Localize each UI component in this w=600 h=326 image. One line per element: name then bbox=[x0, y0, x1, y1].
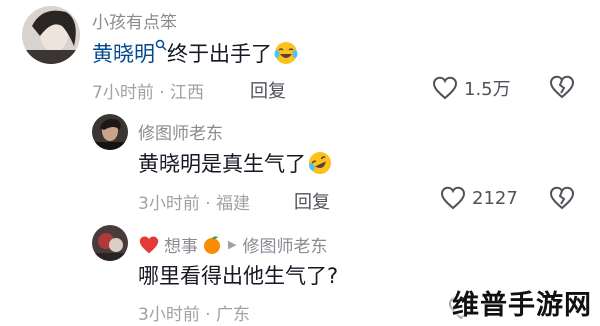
comment-body: 终于出手了 bbox=[167, 42, 272, 66]
comment-time-location: 3小时前 · 广东 bbox=[138, 305, 251, 325]
broken-heart-icon bbox=[549, 186, 575, 210]
comment-time-location: 7小时前 · 江西 bbox=[92, 83, 205, 103]
heart-outline-icon bbox=[432, 76, 458, 100]
comment-username[interactable]: 修图师老东 bbox=[138, 119, 223, 144]
dislike-button[interactable] bbox=[549, 75, 575, 103]
red-heart-emoji bbox=[139, 236, 159, 253]
like-button[interactable]: 1.5万 bbox=[432, 75, 511, 101]
watermark: 维普手游网 bbox=[452, 290, 592, 321]
search-icon bbox=[155, 39, 167, 51]
avatar-image bbox=[92, 114, 128, 150]
comment-text: 黄晓明 终于出手了 bbox=[92, 38, 298, 68]
comment-text: 哪里看得出他生气了? bbox=[138, 264, 339, 288]
heart-outline-icon bbox=[440, 186, 466, 210]
rolling-laughing-emoji bbox=[309, 152, 331, 174]
comment-username[interactable]: 想事 bbox=[164, 232, 198, 257]
reply-arrow-icon: ▶ bbox=[228, 238, 237, 251]
comment-1: 小孩有点笨 黄晓明 终于出手了 7小时前 · 江西 回复 1.5万 bbox=[0, 0, 600, 110]
like-count: 1.5万 bbox=[464, 79, 511, 100]
comment-username-row: 想事 ▶ 修图师老东 bbox=[138, 232, 327, 257]
tears-of-joy-emoji bbox=[274, 42, 298, 64]
comment-body: 黄晓明是真生气了 bbox=[138, 152, 306, 176]
like-button[interactable]: 2127 bbox=[440, 186, 518, 210]
mention-link[interactable]: 黄晓明 bbox=[92, 42, 155, 66]
broken-heart-icon bbox=[549, 75, 575, 99]
reply-to-username[interactable]: 修图师老东 bbox=[242, 232, 327, 257]
reply-button[interactable]: 回复 bbox=[250, 77, 286, 103]
avatar[interactable] bbox=[92, 114, 128, 150]
like-count: 2127 bbox=[472, 187, 518, 209]
avatar-image bbox=[22, 6, 80, 64]
avatar[interactable] bbox=[22, 6, 80, 64]
comment-2: 修图师老东 黄晓明是真生气了 3小时前 · 福建 回复 2127 bbox=[0, 110, 600, 220]
comment-text: 黄晓明是真生气了 bbox=[138, 148, 332, 178]
tangerine-emoji bbox=[204, 235, 220, 254]
comment-username[interactable]: 小孩有点笨 bbox=[92, 8, 177, 33]
avatar[interactable] bbox=[92, 225, 128, 261]
dislike-button[interactable] bbox=[549, 186, 575, 214]
reply-button[interactable]: 回复 bbox=[294, 188, 330, 214]
avatar-image bbox=[92, 225, 128, 261]
comment-time-location: 3小时前 · 福建 bbox=[138, 194, 251, 214]
